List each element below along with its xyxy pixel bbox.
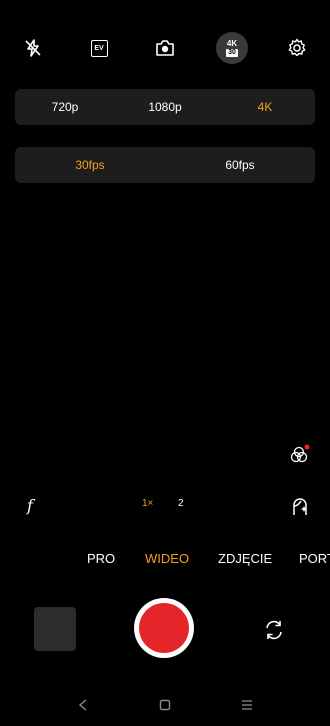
filters-icon[interactable]: [286, 442, 312, 468]
beauty-face-icon[interactable]: [288, 494, 312, 518]
mode-wideo[interactable]: WIDEO: [145, 551, 189, 566]
res-badge-top: 4K: [226, 38, 238, 48]
resolution-option-720p[interactable]: 720p: [52, 100, 79, 114]
mode-selector: PRO WIDEO ZDJĘCIE PORT: [0, 551, 330, 569]
record-button[interactable]: [134, 598, 194, 658]
mode-portrait[interactable]: PORT: [299, 551, 330, 566]
switch-camera-icon[interactable]: [262, 618, 286, 642]
aperture-f-icon[interactable]: f: [22, 495, 38, 515]
system-nav-bar: [0, 690, 330, 720]
resolution-4k30-icon[interactable]: 4K 30: [214, 30, 250, 66]
record-button-core: [139, 603, 189, 653]
resolution-option-1080p[interactable]: 1080p: [148, 100, 181, 114]
gallery-thumbnail[interactable]: [34, 607, 76, 651]
recents-icon[interactable]: [238, 696, 256, 714]
zoom-option-1x[interactable]: 1×: [142, 498, 153, 509]
exposure-ev-icon[interactable]: EV: [81, 30, 117, 66]
mode-pro[interactable]: PRO: [87, 551, 115, 566]
flash-off-icon[interactable]: [15, 30, 51, 66]
zoom-option-2x[interactable]: 2: [178, 498, 184, 509]
framerate-option-30fps[interactable]: 30fps: [75, 158, 104, 172]
res-badge-bottom: 30: [226, 48, 238, 57]
top-toolbar: EV 4K 30: [0, 30, 330, 70]
mode-zdjecie[interactable]: ZDJĘCIE: [218, 551, 272, 566]
camera-icon[interactable]: [147, 30, 183, 66]
ev-label: EV: [90, 39, 108, 57]
back-icon[interactable]: [74, 696, 92, 714]
resolution-panel: 720p 1080p 4K: [15, 89, 315, 125]
framerate-option-60fps[interactable]: 60fps: [225, 158, 254, 172]
resolution-option-4k[interactable]: 4K: [258, 100, 273, 114]
home-icon[interactable]: [156, 696, 174, 714]
settings-gear-icon[interactable]: [279, 30, 315, 66]
framerate-panel: 30fps 60fps: [15, 147, 315, 183]
